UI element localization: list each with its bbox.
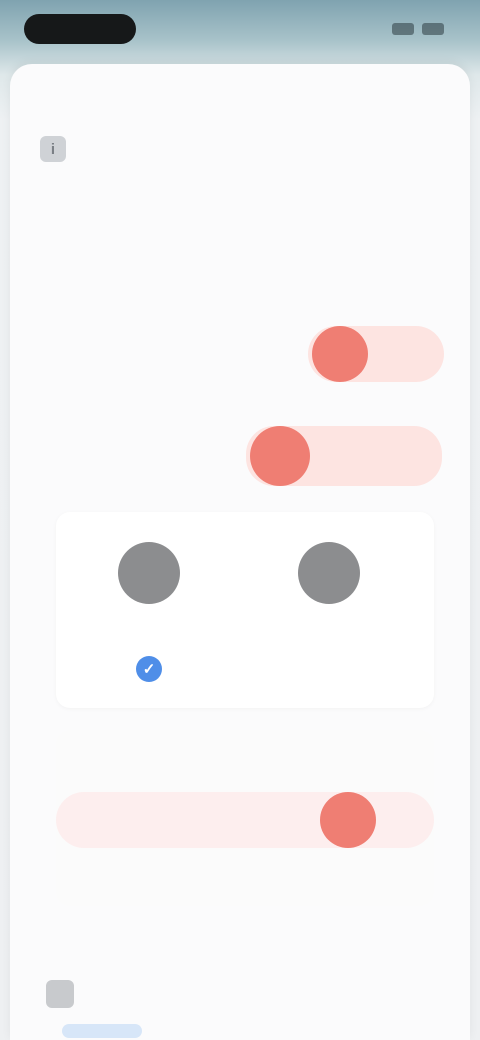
document-icon (46, 980, 74, 1008)
toggle-knob (312, 326, 368, 382)
avatar (298, 542, 360, 604)
avatar (118, 542, 180, 604)
toggle-knob (250, 426, 310, 486)
setting-row-1[interactable] (44, 326, 444, 382)
settings-group (56, 730, 434, 906)
info-icon: i (40, 136, 66, 162)
setting-row-2-toggle[interactable] (246, 426, 442, 486)
setting-row-2[interactable] (50, 426, 450, 486)
check-icon: ✓ (136, 656, 162, 682)
status-time-pill (24, 14, 136, 44)
header (10, 86, 470, 126)
settings-group-toggle[interactable] (320, 792, 376, 848)
notice-text (100, 132, 430, 150)
bottom-accent-chip (62, 1024, 142, 1038)
status-icons (374, 20, 444, 38)
signal-icon (392, 23, 414, 35)
battery-icon (422, 23, 444, 35)
setting-row-1-toggle[interactable] (308, 326, 444, 382)
settings-group-row[interactable] (56, 792, 434, 848)
avatar-option-1[interactable]: ✓ (78, 534, 218, 694)
avatar-option-2[interactable] (258, 534, 398, 694)
avatar-picker: ✓ (56, 512, 434, 708)
bottom-list-item[interactable] (46, 968, 446, 1018)
settings-sheet: i ✓ (10, 64, 470, 1040)
status-bar (0, 0, 480, 58)
